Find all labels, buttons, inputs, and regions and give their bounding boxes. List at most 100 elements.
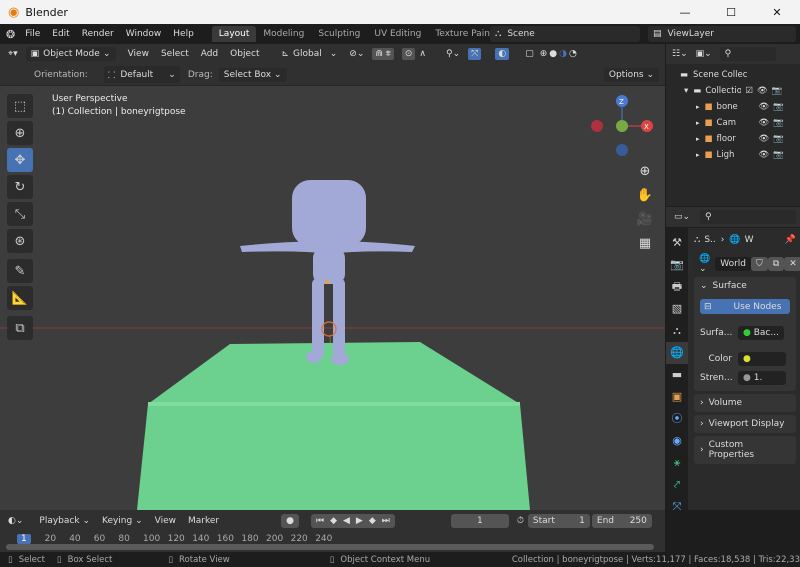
use-nodes-button[interactable]: ⊟ Use Nodes [700,299,790,314]
eye-icon[interactable]: 👁 [759,134,770,144]
expand-arrow-icon[interactable]: ▸ [696,151,700,159]
surface-panel-header[interactable]: ⌄ Surface [700,281,790,291]
play-reverse-icon[interactable]: ◀ [343,516,350,526]
shading-material-icon[interactable]: ◑ [559,49,567,59]
view-layer-tab-icon[interactable]: ▧ [666,298,688,320]
strength-field[interactable]: ● 1. [738,371,786,385]
outliner-collection[interactable]: ▾ ▬ Collectio ☑ 👁 📷 [666,83,800,99]
surface-shader-field[interactable]: ● Bac... [738,326,784,340]
orientation-dropdown[interactable]: ⸬ Default ⌄ [103,66,180,83]
cursor-tool-icon[interactable]: ⊕ [7,121,33,145]
move-tool-icon[interactable]: ✥ [7,148,33,172]
xray-icon[interactable]: ▢ [525,49,534,59]
shading-wireframe-icon[interactable]: ⊕ [540,49,548,59]
camera-render-icon[interactable]: 📷 [773,102,784,112]
camera-render-icon[interactable]: 📷 [773,134,784,144]
transform-tool-icon[interactable]: ⊛ [7,229,33,253]
outliner-filter-icon[interactable]: ☷⌄ [672,49,688,59]
close-button[interactable]: ✕ [754,6,800,19]
gizmo-y-icon[interactable] [616,120,628,132]
falloff-icon[interactable]: ∧ [419,49,426,59]
duplicate-icon[interactable]: ⧉ [767,257,785,271]
tool-tab-icon[interactable]: ⚒ [666,232,688,254]
pivot-icon[interactable]: ⊘⌄ [349,49,364,59]
blender-menu-icon[interactable]: ❂ [6,28,15,41]
zoom-icon[interactable]: ⊕ [634,160,656,184]
properties-search-input[interactable]: ⚲ [700,210,797,224]
drag-dropdown[interactable]: Select Box ⌄ [218,67,287,82]
annotate-tool-icon[interactable]: ✎ [7,259,33,283]
maximize-button[interactable]: ☐ [708,6,754,19]
jump-end-icon[interactable]: ⏭ [382,516,390,526]
fake-user-icon[interactable]: ⛉ [751,257,768,271]
expand-arrow-icon[interactable]: ▸ [696,119,700,127]
timeline-view-menu[interactable]: View [149,516,182,526]
checkbox-icon[interactable]: ☑ [745,86,753,96]
section-custom-properties[interactable]: › Custom Properties [694,436,796,464]
scene-tab-icon[interactable]: ⛬ [666,320,688,342]
particles-tab-icon[interactable]: ◉ [666,430,688,452]
select-box-tool-icon[interactable]: ⬚ [7,94,33,118]
marker-menu[interactable]: Marker [182,516,225,526]
options-dropdown[interactable]: Options ⌄ [603,67,659,82]
world-tab-icon[interactable]: 🌐 [666,342,688,364]
menu-file[interactable]: File [19,29,46,39]
navigation-gizmo[interactable]: Z X [591,95,653,156]
camera-render-icon[interactable]: 📷 [773,150,784,160]
playback-menu[interactable]: Playback ⌄ [33,516,96,526]
object-tab-icon[interactable]: ▣ [666,386,688,408]
eye-icon[interactable]: 👁 [757,86,768,96]
snap-icon[interactable]: ⋒ ⩨ [372,48,394,60]
start-frame-field[interactable]: Start 1 [527,514,590,528]
measure-tool-icon[interactable]: 📐 [7,286,33,310]
jump-start-icon[interactable]: ⏮ [316,516,324,526]
world-browse-icon[interactable]: 🌐⌄ [694,252,716,276]
menu-view[interactable]: View [122,49,155,59]
current-frame-field[interactable]: 1 [450,514,509,528]
section-viewport-display[interactable]: › Viewport Display [694,415,796,433]
outliner-item[interactable]: ▸ ■ floor 👁 📷 [666,131,800,147]
mode-dropdown[interactable]: ▣ Object Mode ⌄ [25,47,116,61]
gizmo-neg-x-icon[interactable] [591,120,603,132]
minimize-button[interactable]: — [662,6,708,19]
editor-type-icon[interactable]: ⌖▾ [8,49,18,59]
proportional-edit-icon[interactable]: ⊙ [401,48,416,60]
outliner-scene-collection[interactable]: ▬ Scene Collec [666,67,800,83]
add-cube-tool-icon[interactable]: ⧉ [7,316,33,340]
eye-icon[interactable]: 👁 [759,150,770,160]
tab-uv-editing[interactable]: UV Editing [367,26,428,42]
expand-arrow-icon[interactable]: ▾ [684,86,688,96]
playhead[interactable]: 1 [17,534,31,544]
tab-sculpting[interactable]: Sculpting [311,26,367,42]
overlay-toggle-icon[interactable]: ◐ [495,48,510,60]
gizmo-toggle-icon[interactable]: ⤧ [468,48,482,60]
shading-rendered-icon[interactable]: ◔ [569,49,577,59]
tab-layout[interactable]: Layout [211,26,257,42]
shading-solid-icon[interactable]: ● [549,49,557,59]
record-icon[interactable]: ● [281,514,299,528]
outliner-item[interactable]: ▸ ■ Ligh 👁 📷 [666,147,800,163]
constraints-tab-icon[interactable]: ⤤ [666,474,688,496]
outliner-item[interactable]: ▸ ■ Cam 👁 📷 [666,115,800,131]
end-frame-field[interactable]: End 250 [591,514,652,528]
stopwatch-icon[interactable]: ⏱ [517,516,524,526]
visibility-icon[interactable]: ⚲⌄ [446,49,460,59]
menu-window[interactable]: Window [120,29,168,39]
outliner-search-input[interactable]: ⚲ [719,47,776,61]
menu-edit[interactable]: Edit [46,29,75,39]
prev-keyframe-icon[interactable]: ◆ [330,516,337,526]
camera-render-icon[interactable]: 📷 [772,86,783,96]
menu-render[interactable]: Render [76,29,120,39]
tab-modeling[interactable]: Modeling [256,26,311,42]
rotate-tool-icon[interactable]: ↻ [7,175,33,199]
camera-view-icon[interactable]: 🎥 [634,208,656,232]
play-icon[interactable]: ▶ [356,516,363,526]
grid-perspective-icon[interactable]: ▦ [634,232,656,256]
outliner-item[interactable]: ▸ ■ bone 👁 📷 [666,99,800,115]
editor-type-icon[interactable]: ▭⌄ [674,212,690,222]
output-tab-icon[interactable]: 🖶 [666,276,688,298]
modifier-tab-icon[interactable]: ⦿ [666,408,688,430]
view-layer-selector[interactable]: ▤ ViewLayer [648,26,796,42]
keying-menu[interactable]: Keying ⌄ [96,516,149,526]
data-tab-icon[interactable]: ⤧ [666,496,688,518]
